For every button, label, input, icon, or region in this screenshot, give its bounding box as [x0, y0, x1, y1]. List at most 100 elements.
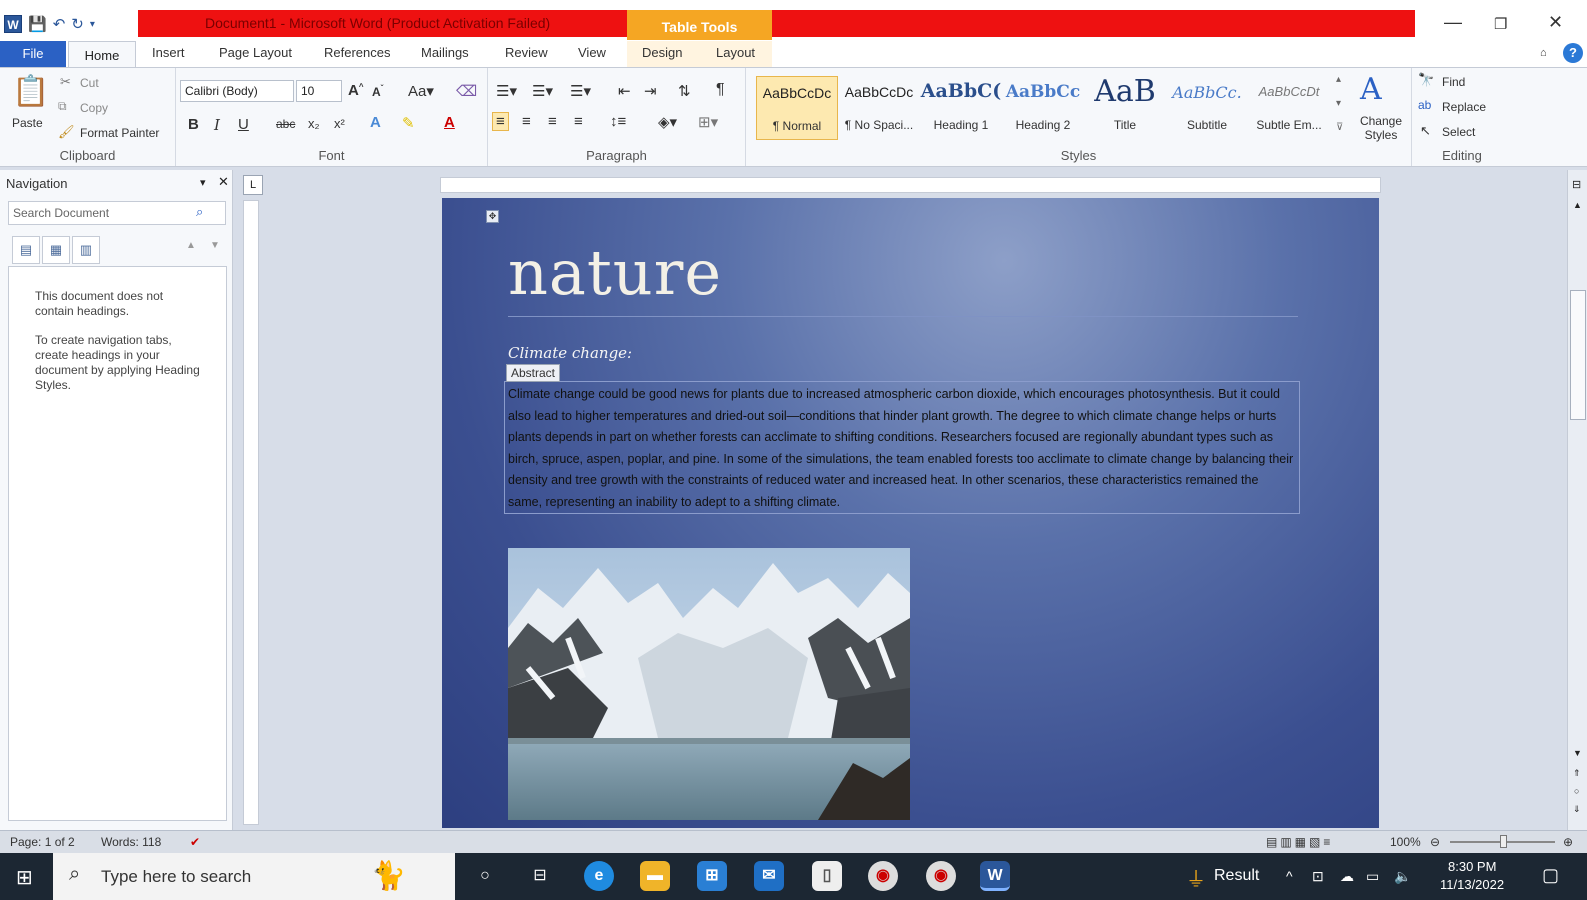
align-center-icon[interactable]: ≡ [522, 113, 531, 130]
customize-qat-icon[interactable]: ▾ [90, 19, 95, 30]
taskbar-search-box[interactable]: ⌕ Type here to search 🐈 [53, 853, 455, 900]
task-view-icon[interactable]: ○ [470, 861, 500, 891]
select-button[interactable]: Select [1442, 125, 1475, 139]
strikethrough-icon[interactable]: abc [276, 117, 295, 131]
abstract-tag[interactable]: Abstract [506, 364, 561, 382]
vertical-scrollbar[interactable]: ⊟ ▲ ▼ ⇑ ○ ⇓ [1567, 170, 1587, 830]
line-spacing-icon[interactable]: ↕≡ [610, 113, 626, 130]
style-subtitle[interactable]: AaBbCc. Subtitle [1166, 76, 1248, 140]
clear-formatting-icon[interactable]: ⌫ [456, 82, 477, 100]
select-browse-object-icon[interactable]: ○ [1574, 786, 1579, 796]
style-title[interactable]: AaB Title [1084, 74, 1166, 140]
tab-layout[interactable]: Layout [716, 45, 755, 60]
format-painter-icon[interactable]: 🖌 [58, 124, 75, 140]
store-icon[interactable]: ⊞ [697, 861, 727, 891]
help-icon[interactable]: ? [1563, 43, 1583, 63]
clock-date[interactable]: 11/13/2022 [1440, 877, 1504, 892]
onedrive-icon[interactable]: ☁ [1340, 868, 1354, 885]
document-subtitle[interactable]: Climate change: [508, 344, 632, 362]
clock-time[interactable]: 8:30 PM [1448, 859, 1496, 874]
chrome-profile-icon[interactable]: ◉ [926, 861, 956, 891]
styles-scroll-up-icon[interactable]: ▴ [1336, 74, 1341, 85]
multilevel-list-icon[interactable]: ☰▾ [570, 82, 591, 100]
chrome-icon[interactable]: ◉ [868, 861, 898, 891]
notepad-icon[interactable]: ▯ [812, 861, 842, 891]
select-icon[interactable]: ↖ [1420, 123, 1431, 139]
document-page[interactable]: ✥ nature Climate change: Abstract Climat… [442, 198, 1379, 828]
minimize-ribbon-icon[interactable]: ⌂ [1540, 47, 1547, 59]
browse-headings-icon[interactable]: ▤ [12, 236, 40, 264]
increase-indent-icon[interactable]: ⇥ [644, 82, 657, 100]
replace-button[interactable]: Replace [1442, 100, 1486, 114]
change-case-icon[interactable]: Aa▾ [408, 82, 434, 100]
shading-icon[interactable]: ◈▾ [658, 113, 677, 131]
minimize-button[interactable]: — [1444, 12, 1462, 33]
tab-references[interactable]: References [324, 45, 390, 60]
nav-search-input[interactable]: Search Document [8, 201, 226, 225]
proofing-icon[interactable]: ✔ [190, 835, 200, 849]
notifications-icon[interactable]: ▢ [1542, 865, 1559, 886]
show-hidden-icons-icon[interactable]: ^ [1286, 868, 1293, 884]
style-heading-2[interactable]: AaBbCc Heading 2 [1002, 76, 1084, 140]
replace-icon[interactable]: ab [1418, 98, 1431, 112]
previous-page-icon[interactable]: ⇑ [1573, 768, 1581, 779]
subscript-icon[interactable]: x₂ [308, 116, 320, 131]
glacier-photo[interactable] [508, 548, 910, 820]
grow-font-icon[interactable]: A^ [348, 82, 364, 99]
paste-icon[interactable]: 📋 [12, 74, 49, 109]
word-taskbar-icon[interactable]: W [980, 861, 1010, 891]
widgets-icon[interactable]: ⊟ [525, 861, 555, 891]
battery-icon[interactable]: ▭ [1366, 868, 1379, 885]
change-styles-button[interactable]: Change Styles [1356, 114, 1406, 142]
find-button[interactable]: Find [1442, 75, 1465, 89]
tab-mailings[interactable]: Mailings [421, 45, 469, 60]
copy-button[interactable]: Copy [80, 101, 108, 115]
redo-icon[interactable]: ↻ [71, 15, 84, 33]
italic-icon[interactable]: I [214, 116, 220, 134]
nav-next-icon[interactable]: ▼ [210, 240, 220, 251]
highlight-icon[interactable]: ✎ [402, 114, 415, 132]
search-icon[interactable]: ⌕ [196, 204, 203, 220]
bullets-icon[interactable]: ☰▾ [496, 82, 517, 100]
view-buttons-icon[interactable]: ▤▥▦▧≡ [1266, 835, 1333, 849]
styles-more-icon[interactable]: ⊽ [1336, 122, 1343, 133]
weather-icon[interactable]: ⏚ [1186, 863, 1206, 892]
cut-button[interactable]: Cut [80, 76, 99, 90]
tab-home[interactable]: Home [68, 41, 136, 70]
nav-previous-icon[interactable]: ▲ [186, 240, 196, 251]
restore-button[interactable]: ❐ [1494, 15, 1507, 33]
close-button[interactable]: ✕ [1548, 12, 1563, 33]
page-count[interactable]: Page: 1 of 2 [10, 835, 75, 849]
next-page-icon[interactable]: ⇓ [1573, 804, 1581, 815]
tab-selector[interactable]: L [243, 175, 263, 195]
word-app-icon[interactable]: W [4, 15, 22, 33]
file-explorer-icon[interactable]: ▬ [640, 861, 670, 891]
justify-icon[interactable]: ≡ [574, 113, 583, 130]
abstract-text[interactable]: Climate change could be good news for pl… [508, 384, 1294, 513]
scroll-up-icon[interactable]: ▲ [1573, 200, 1582, 210]
browse-pages-icon[interactable]: ▦ [42, 236, 70, 264]
font-size-combo[interactable]: 10 [296, 80, 342, 102]
font-name-combo[interactable]: Calibri (Body) [180, 80, 294, 102]
copy-icon[interactable]: ⧉ [58, 99, 67, 114]
change-styles-icon[interactable]: A [1360, 72, 1382, 107]
zoom-out-icon[interactable]: ⊖ [1430, 835, 1440, 849]
mail-icon[interactable]: ✉ [754, 861, 784, 891]
edge-icon[interactable]: e [584, 861, 614, 891]
format-painter-button[interactable]: Format Painter [80, 126, 159, 140]
align-right-icon[interactable]: ≡ [548, 113, 557, 130]
font-color-icon[interactable]: A [444, 114, 455, 131]
zoom-level[interactable]: 100% [1390, 835, 1421, 849]
sort-icon[interactable]: ⇅ [678, 82, 691, 100]
tab-review[interactable]: Review [505, 45, 548, 60]
tab-page-layout[interactable]: Page Layout [219, 45, 292, 60]
result-label[interactable]: Result [1214, 867, 1259, 885]
style-subtle-emphasis[interactable]: AaBbCcDt Subtle Em... [1248, 76, 1330, 140]
paste-button[interactable]: Paste [12, 116, 43, 130]
nav-options-icon[interactable]: ▾ [200, 176, 206, 189]
zoom-slider-thumb[interactable] [1500, 835, 1507, 848]
show-formatting-marks-icon[interactable]: ¶ [716, 81, 725, 99]
volume-icon[interactable]: 🔈 [1394, 868, 1411, 885]
tab-file[interactable]: File [0, 41, 66, 68]
superscript-icon[interactable]: x² [334, 116, 345, 131]
